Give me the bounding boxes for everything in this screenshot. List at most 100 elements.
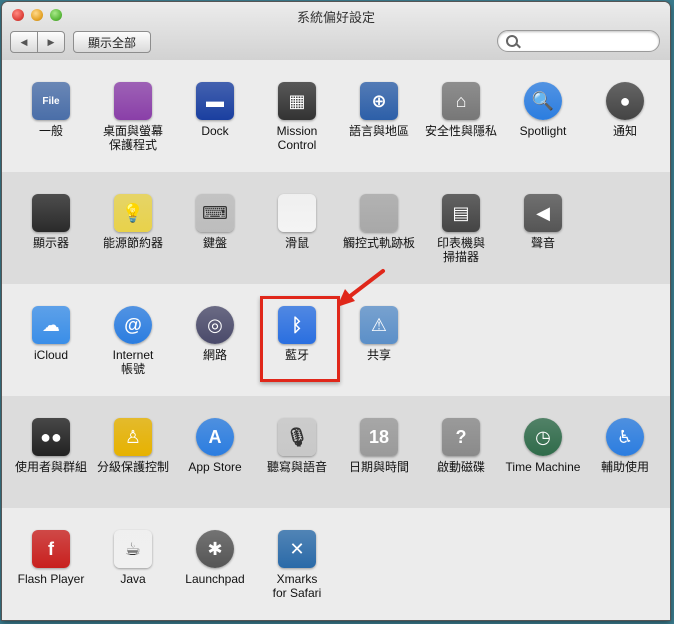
prefs-section: File 一般 桌面與螢幕 保護程式 ▬ Dock ▦ Mission Control ⊕ 語言與地… <box>2 60 670 173</box>
notifications-icon-glyph: ● <box>619 90 631 111</box>
spotlight-icon: 🔍 <box>524 82 562 120</box>
pref-pane-label-line: for Safari <box>272 586 322 600</box>
pref-pane-time-machine[interactable]: ◷ Time Machine <box>501 418 585 474</box>
pref-pane-users[interactable]: ●● 使用者與群組 <box>9 418 93 474</box>
app-store-icon: A <box>196 418 234 456</box>
pref-pane-label: Dock <box>173 124 257 138</box>
spotlight-icon-glyph: 🔍 <box>531 90 555 111</box>
users-icon: ●● <box>32 418 70 456</box>
general-icon: File <box>32 82 70 120</box>
pref-pane-sound[interactable]: ◀ 聲音 <box>501 194 585 250</box>
pref-pane-icloud[interactable]: ☁ iCloud <box>9 306 93 362</box>
pref-pane-label-line: iCloud <box>33 348 69 362</box>
pref-pane-label-line: 日期與時間 <box>348 460 409 474</box>
pref-pane-label-line: 語言與地區 <box>348 124 409 138</box>
pref-pane-sharing[interactable]: ⚠ 共享 <box>337 306 421 362</box>
pref-pane-label-line: 輔助使用 <box>600 460 649 474</box>
dock-icon-glyph: ▬ <box>206 90 224 111</box>
network-icon-glyph: ◎ <box>207 314 223 335</box>
pref-pane-general[interactable]: File 一般 <box>9 82 93 138</box>
pref-pane-label-line: Flash Player <box>17 572 85 586</box>
bluetooth-highlight-box <box>260 296 340 382</box>
pref-pane-startup-disk[interactable]: ? 啟動磁碟 <box>419 418 503 474</box>
pref-pane-date-time[interactable]: 18 日期與時間 <box>337 418 421 474</box>
time-machine-icon-glyph: ◷ <box>535 426 551 447</box>
pref-pane-label-line: 鍵盤 <box>202 236 227 250</box>
search-field[interactable] <box>497 30 660 52</box>
launchpad-icon: ✱ <box>196 530 234 568</box>
pref-pane-app-store[interactable]: A App Store <box>173 418 257 474</box>
pref-pane-spotlight[interactable]: 🔍 Spotlight <box>501 82 585 138</box>
prefs-section: f Flash Player ☕ Java ✱ Launchpad ✕ Xmarks for S… <box>2 508 670 620</box>
pref-pane-label: Launchpad <box>173 572 257 586</box>
pref-pane-dock[interactable]: ▬ Dock <box>173 82 257 138</box>
search-icon <box>506 35 518 47</box>
icloud-icon: ☁ <box>32 306 70 344</box>
pref-pane-label-line: Xmarks <box>276 572 318 586</box>
pref-pane-label-line: 印表機與 <box>436 236 485 250</box>
pref-pane-network[interactable]: ◎ 網路 <box>173 306 257 362</box>
pref-pane-trackpad[interactable]: 觸控式軌跡板 <box>337 194 421 250</box>
dictation-icon: 🎙 <box>278 418 316 456</box>
pref-pane-label-line: 共享 <box>366 348 391 362</box>
pref-pane-label: 安全性與隱私 <box>419 124 503 138</box>
date-time-icon: 18 <box>360 418 398 456</box>
pref-pane-label-line: App Store <box>188 460 242 474</box>
pref-pane-label-line: 聲音 <box>530 236 555 250</box>
pref-pane-dictation[interactable]: 🎙 聽寫與語音 <box>255 418 339 474</box>
mouse-icon-glyph <box>278 194 316 232</box>
pref-pane-label: 啟動磁碟 <box>419 460 503 474</box>
keyboard-icon-glyph: ⌨ <box>202 202 228 223</box>
nav-buttons: ◀ ▶ <box>10 31 65 53</box>
pref-pane-language[interactable]: ⊕ 語言與地區 <box>337 82 421 138</box>
xmarks-icon-glyph: ✕ <box>289 538 305 559</box>
pref-pane-accessibility[interactable]: ♿ 輔助使用 <box>583 418 667 474</box>
sound-icon-glyph: ◀ <box>536 202 550 223</box>
pref-pane-parental-controls[interactable]: ♙ 分級保護控制 <box>91 418 175 474</box>
pref-pane-label-line: 網路 <box>202 348 227 362</box>
pref-pane-label-line: 滑鼠 <box>284 236 309 250</box>
users-icon-glyph: ●● <box>40 426 62 447</box>
pref-pane-flash[interactable]: f Flash Player <box>9 530 93 586</box>
pref-pane-label: 能源節約器 <box>91 236 175 250</box>
back-button[interactable]: ◀ <box>11 32 37 52</box>
pref-pane-java[interactable]: ☕ Java <box>91 530 175 586</box>
display-icon-glyph <box>32 194 70 232</box>
pref-pane-label-line: 啟動磁碟 <box>436 460 485 474</box>
forward-button[interactable]: ▶ <box>37 32 64 52</box>
printer-icon: ▤ <box>442 194 480 232</box>
language-icon: ⊕ <box>360 82 398 120</box>
desktop-icon <box>114 82 152 120</box>
notifications-icon: ● <box>606 82 644 120</box>
java-icon-glyph: ☕ <box>124 538 142 559</box>
display-icon <box>32 194 70 232</box>
pref-pane-desktop[interactable]: 桌面與螢幕 保護程式 <box>91 82 175 152</box>
pref-pane-printer[interactable]: ▤ 印表機與 掃描器 <box>419 194 503 264</box>
system-preferences-window: 系統偏好設定 ◀ ▶ 顯示全部 File 一般 桌面與螢幕 保護程式 ▬ Dock ▦ Mis… <box>2 2 670 620</box>
time-machine-icon: ◷ <box>524 418 562 456</box>
pref-pane-label-line: Control <box>277 138 317 152</box>
pref-pane-notifications[interactable]: ● 通知 <box>583 82 667 138</box>
pref-pane-energy[interactable]: 💡 能源節約器 <box>91 194 175 250</box>
mission-control-icon: ▦ <box>278 82 316 120</box>
pref-pane-mouse[interactable]: 滑鼠 <box>255 194 339 250</box>
pref-pane-mission-control[interactable]: ▦ Mission Control <box>255 82 339 152</box>
trackpad-icon-glyph <box>360 194 398 232</box>
show-all-button[interactable]: 顯示全部 <box>73 31 151 53</box>
pref-pane-launchpad[interactable]: ✱ Launchpad <box>173 530 257 586</box>
pref-pane-security[interactable]: ⌂ 安全性與隱私 <box>419 82 503 138</box>
startup-disk-icon-glyph: ? <box>455 426 467 447</box>
pref-pane-keyboard[interactable]: ⌨ 鍵盤 <box>173 194 257 250</box>
pref-pane-xmarks[interactable]: ✕ Xmarks for Safari <box>255 530 339 600</box>
general-icon-glyph: File <box>42 95 60 107</box>
pref-pane-label: Time Machine <box>501 460 585 474</box>
pref-pane-internet-accounts[interactable]: @ Internet 帳號 <box>91 306 175 376</box>
pref-pane-label-line: 能源節約器 <box>102 236 163 250</box>
pref-pane-label-line: 保護程式 <box>108 138 157 152</box>
pref-pane-label-line: 使用者與群組 <box>14 460 87 474</box>
desktop-icon-glyph <box>114 82 152 120</box>
pref-pane-label-line: Dock <box>201 124 229 138</box>
search-input[interactable] <box>522 33 652 50</box>
pref-pane-display[interactable]: 顯示器 <box>9 194 93 250</box>
xmarks-icon: ✕ <box>278 530 316 568</box>
